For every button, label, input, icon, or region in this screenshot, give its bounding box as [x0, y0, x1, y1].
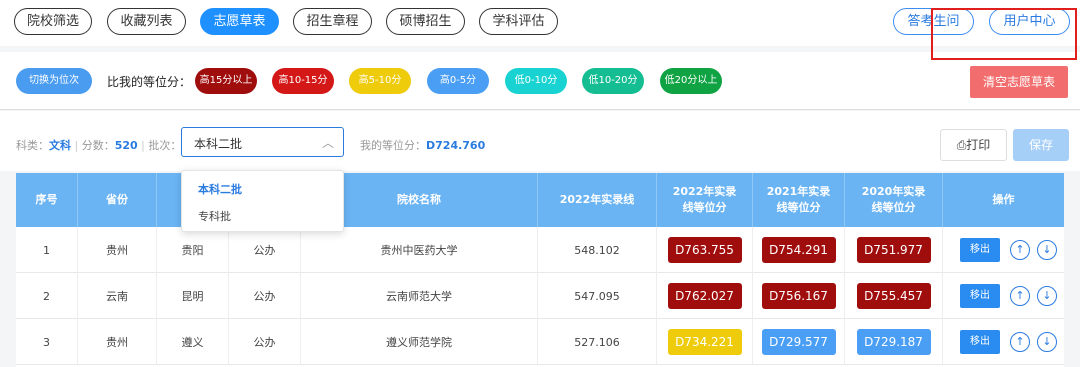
batch-select[interactable]: 本科二批 ︿: [181, 127, 344, 157]
col-rank-2022: 2022年实录线等位分: [657, 173, 753, 227]
chip-low-20-plus[interactable]: 低20分以上: [660, 68, 722, 94]
cell-type: 公办: [229, 319, 301, 365]
highlight-box: [931, 8, 1077, 60]
chip-high-10-15[interactable]: 高10-15分: [272, 68, 334, 94]
cell-rank-2020: D755.457: [845, 273, 943, 319]
tab-graduate[interactable]: 硕博招生: [386, 8, 465, 35]
subject-value: 文科: [49, 139, 71, 152]
rank-badge: D762.027: [667, 283, 742, 309]
rank-info: 我的等位分：D724.760: [360, 137, 485, 153]
tab-discipline-eval[interactable]: 学科评估: [479, 8, 558, 35]
move-up-icon[interactable]: ↑: [1010, 286, 1030, 306]
clear-draft-button[interactable]: 清空志愿草表: [970, 66, 1068, 98]
cell-rank-2021: D729.577: [753, 319, 845, 365]
move-up-icon[interactable]: ↑: [1010, 240, 1030, 260]
cell-score: 547.095: [538, 273, 657, 319]
move-down-icon[interactable]: ↓: [1037, 240, 1057, 260]
cell-type: 公办: [229, 227, 301, 273]
rank-value: D724.760: [426, 139, 486, 152]
batch-label: 批次：: [148, 139, 182, 152]
cell-score: 548.102: [538, 227, 657, 273]
switch-to-rank-button[interactable]: 切换为位次: [16, 68, 92, 94]
tab-admission-rules[interactable]: 招生章程: [293, 8, 372, 35]
cell-index: 3: [16, 319, 78, 365]
filter-bar: 切换为位次 比我的等位分： 高15分以上 高10-15分 高5-10分 高0-5…: [0, 52, 1080, 110]
chip-low-10-20[interactable]: 低10-20分: [582, 68, 644, 94]
cell-school: 贵州中医药大学: [301, 227, 538, 273]
rank-badge: D756.167: [761, 283, 836, 309]
cell-type: 公办: [229, 273, 301, 319]
table-row: 3 贵州 遵义 公办 遵义师范学院 527.106 D734.221 D729.…: [16, 319, 1064, 365]
batch-dropdown: 本科二批 专科批: [181, 170, 344, 232]
cell-rank-2022: D734.221: [657, 319, 753, 365]
rank-badge: D754.291: [761, 237, 836, 263]
info-row: 科类：文科 | 分数：520 | 批次： 本科二批 ︿ 我的等位分：D724.7…: [0, 111, 1080, 171]
cell-index: 1: [16, 227, 78, 273]
rank-badge: D734.221: [667, 329, 742, 355]
rank-badge: D751.977: [856, 237, 931, 263]
rank-label: 我的等位分：: [360, 139, 426, 152]
col-province: 省份: [78, 173, 157, 227]
print-button[interactable]: ⎙打印: [940, 129, 1007, 161]
remove-button[interactable]: 移出: [960, 330, 1000, 354]
cell-rank-2022: D762.027: [657, 273, 753, 319]
cell-score: 527.106: [538, 319, 657, 365]
rank-badge: D729.577: [761, 329, 836, 355]
table-row: 1 贵州 贵阳 公办 贵州中医药大学 548.102 D763.755 D754…: [16, 227, 1064, 273]
cell-actions: 移出 ↑ ↓: [943, 319, 1064, 365]
remove-button[interactable]: 移出: [960, 238, 1000, 262]
chip-low-0-10[interactable]: 低0-10分: [505, 68, 567, 94]
cell-rank-2021: D754.291: [753, 227, 845, 273]
cell-school: 云南师范大学: [301, 273, 538, 319]
cell-school: 遵义师范学院: [301, 319, 538, 365]
cell-province: 贵州: [78, 319, 157, 365]
cell-rank-2022: D763.755: [657, 227, 753, 273]
remove-button[interactable]: 移出: [960, 284, 1000, 308]
cell-actions: 移出 ↑ ↓: [943, 227, 1064, 273]
cell-province: 贵州: [78, 227, 157, 273]
compare-label: 比我的等位分：: [107, 75, 192, 89]
rank-badge: D755.457: [856, 283, 931, 309]
cell-actions: 移出 ↑ ↓: [943, 273, 1064, 319]
tab-favorites[interactable]: 收藏列表: [107, 8, 186, 35]
batch-option-vocational[interactable]: 专科批: [198, 208, 231, 224]
cell-rank-2020: D729.187: [845, 319, 943, 365]
batch-option-undergrad-2[interactable]: 本科二批: [198, 181, 242, 197]
rank-badge: D729.187: [856, 329, 931, 355]
col-rank-2020: 2020年实录线等位分: [845, 173, 943, 227]
move-down-icon[interactable]: ↓: [1037, 286, 1057, 306]
cell-city: 贵阳: [157, 227, 229, 273]
move-down-icon[interactable]: ↓: [1037, 332, 1057, 352]
table-header: 序号 省份 城市 性质 院校名称 2022年实录线 2022年实录线等位分 20…: [16, 173, 1064, 227]
score-label: 分数：: [81, 139, 115, 152]
col-score-2022: 2022年实录线: [538, 173, 657, 227]
draft-table: 序号 省份 城市 性质 院校名称 2022年实录线 2022年实录线等位分 20…: [16, 173, 1064, 367]
chip-high-5-10[interactable]: 高5-10分: [349, 68, 411, 94]
tab-school-filter[interactable]: 院校筛选: [14, 8, 92, 35]
col-actions: 操作: [992, 193, 1015, 206]
cell-rank-2021: D756.167: [753, 273, 845, 319]
page: 院校筛选 收藏列表 志愿草表 招生章程 硕博招生 学科评估 答考生问 用户中心 …: [0, 0, 1080, 367]
tab-draft[interactable]: 志愿草表: [200, 8, 279, 35]
cell-rank-2020: D751.977: [845, 227, 943, 273]
move-up-icon[interactable]: ↑: [1010, 332, 1030, 352]
col-rank-2021: 2021年实录线等位分: [753, 173, 845, 227]
cell-index: 2: [16, 273, 78, 319]
chip-high-0-5[interactable]: 高0-5分: [427, 68, 489, 94]
cell-province: 云南: [78, 273, 157, 319]
subject-label: 科类：: [16, 139, 49, 152]
table-row: 2 云南 昆明 公办 云南师范大学 547.095 D762.027 D756.…: [16, 273, 1064, 319]
cell-city: 昆明: [157, 273, 229, 319]
batch-select-value: 本科二批: [194, 137, 243, 151]
top-nav: 院校筛选 收藏列表 志愿草表 招生章程 硕博招生 学科评估 答考生问 用户中心: [0, 0, 1080, 46]
score-value: 520: [114, 139, 138, 152]
save-button[interactable]: 保存: [1013, 129, 1069, 161]
rank-badge: D763.755: [667, 237, 742, 263]
cell-city: 遵义: [157, 319, 229, 365]
chip-high-15-plus[interactable]: 高15分以上: [195, 68, 257, 94]
chevron-up-icon: ︿: [321, 136, 334, 150]
col-index: 序号: [16, 173, 78, 227]
subject-info: 科类：文科 | 分数：520 | 批次：: [16, 139, 182, 152]
